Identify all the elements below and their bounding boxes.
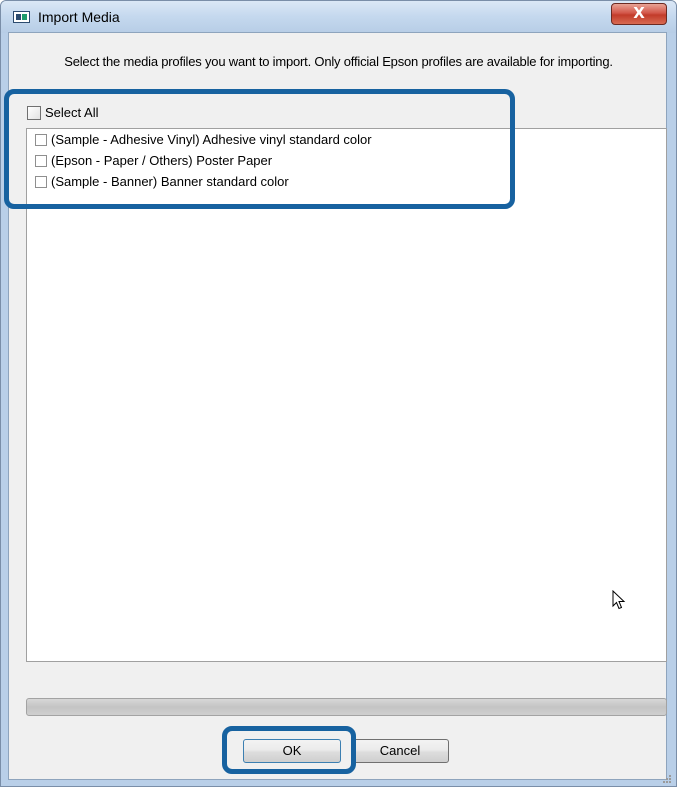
profile-checkbox[interactable]	[35, 154, 47, 167]
close-button[interactable]: X	[611, 3, 667, 25]
select-all-checkbox[interactable]: Select All	[27, 105, 98, 123]
window-app-icon	[13, 11, 30, 23]
select-all-checkbox-box[interactable]	[27, 105, 41, 120]
window-title: Import Media	[38, 9, 120, 25]
import-progress-bar	[26, 698, 667, 716]
list-item[interactable]: (Epson - Paper / Others) Poster Paper	[35, 153, 272, 171]
cancel-button[interactable]: Cancel	[351, 739, 449, 763]
list-item[interactable]: (Sample - Adhesive Vinyl) Adhesive vinyl…	[35, 132, 372, 150]
select-all-label: Select All	[45, 105, 99, 120]
profile-checkbox[interactable]	[35, 175, 47, 188]
profile-label: (Epson - Paper / Others) Poster Paper	[51, 153, 273, 168]
profile-label: (Sample - Adhesive Vinyl) Adhesive vinyl…	[51, 132, 372, 147]
dialog-body: Select the media profiles you want to im…	[8, 32, 667, 780]
profile-label: (Sample - Banner) Banner standard color	[51, 174, 289, 189]
profile-checkbox[interactable]	[35, 133, 47, 146]
resize-grip-icon[interactable]	[662, 774, 672, 784]
media-profile-list[interactable]: (Sample - Adhesive Vinyl) Adhesive vinyl…	[26, 128, 667, 662]
ok-button[interactable]: OK	[243, 739, 341, 763]
instruction-text: Select the media profiles you want to im…	[64, 54, 613, 69]
list-item[interactable]: (Sample - Banner) Banner standard color	[35, 174, 289, 192]
title-bar[interactable]: Import Media X	[1, 1, 676, 33]
mouse-pointer-icon	[612, 590, 626, 610]
